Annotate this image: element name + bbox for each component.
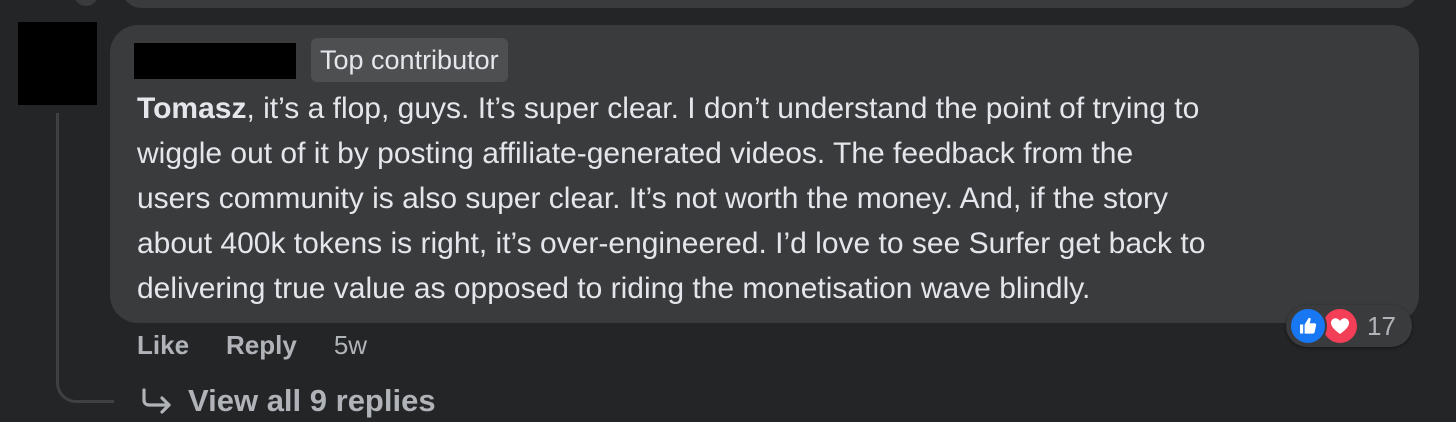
like-icon: [1289, 307, 1327, 345]
comment-line-5: delivering true value as opposed to ridi…: [137, 272, 1091, 305]
timestamp[interactable]: 5w: [334, 330, 367, 361]
thread-connector-line: [56, 113, 114, 403]
mention-tomasz[interactable]: Tomasz: [137, 92, 246, 125]
previous-comment-avatar: [74, 0, 98, 6]
comment-line-1: Tomasz, it’s a flop, guys. It’s super cl…: [137, 92, 1200, 125]
top-contributor-badge: Top contributor: [311, 38, 508, 82]
reply-button[interactable]: Reply: [226, 330, 297, 361]
previous-comment-bubble: [122, 0, 1418, 8]
comment-line-3: users community is also super clear. It’…: [137, 182, 1169, 215]
comment-actions: Like Reply 5w: [137, 327, 367, 363]
reply-arrow-icon: [140, 386, 174, 416]
avatar[interactable]: [18, 22, 97, 105]
comment-line-2: wiggle out of it by posting affiliate-ge…: [137, 137, 1134, 170]
reaction-count: 17: [1367, 310, 1396, 341]
view-replies-label: View all 9 replies: [188, 383, 436, 418]
view-replies-link[interactable]: View all 9 replies: [140, 380, 436, 422]
comment-line-4: about 400k tokens is right, it’s over-en…: [137, 227, 1206, 260]
author-name[interactable]: [134, 43, 296, 79]
comment-text: Tomasz, it’s a flop, guys. It’s super cl…: [137, 86, 1407, 311]
reactions-summary[interactable]: 17: [1286, 305, 1412, 347]
like-button[interactable]: Like: [137, 330, 189, 361]
